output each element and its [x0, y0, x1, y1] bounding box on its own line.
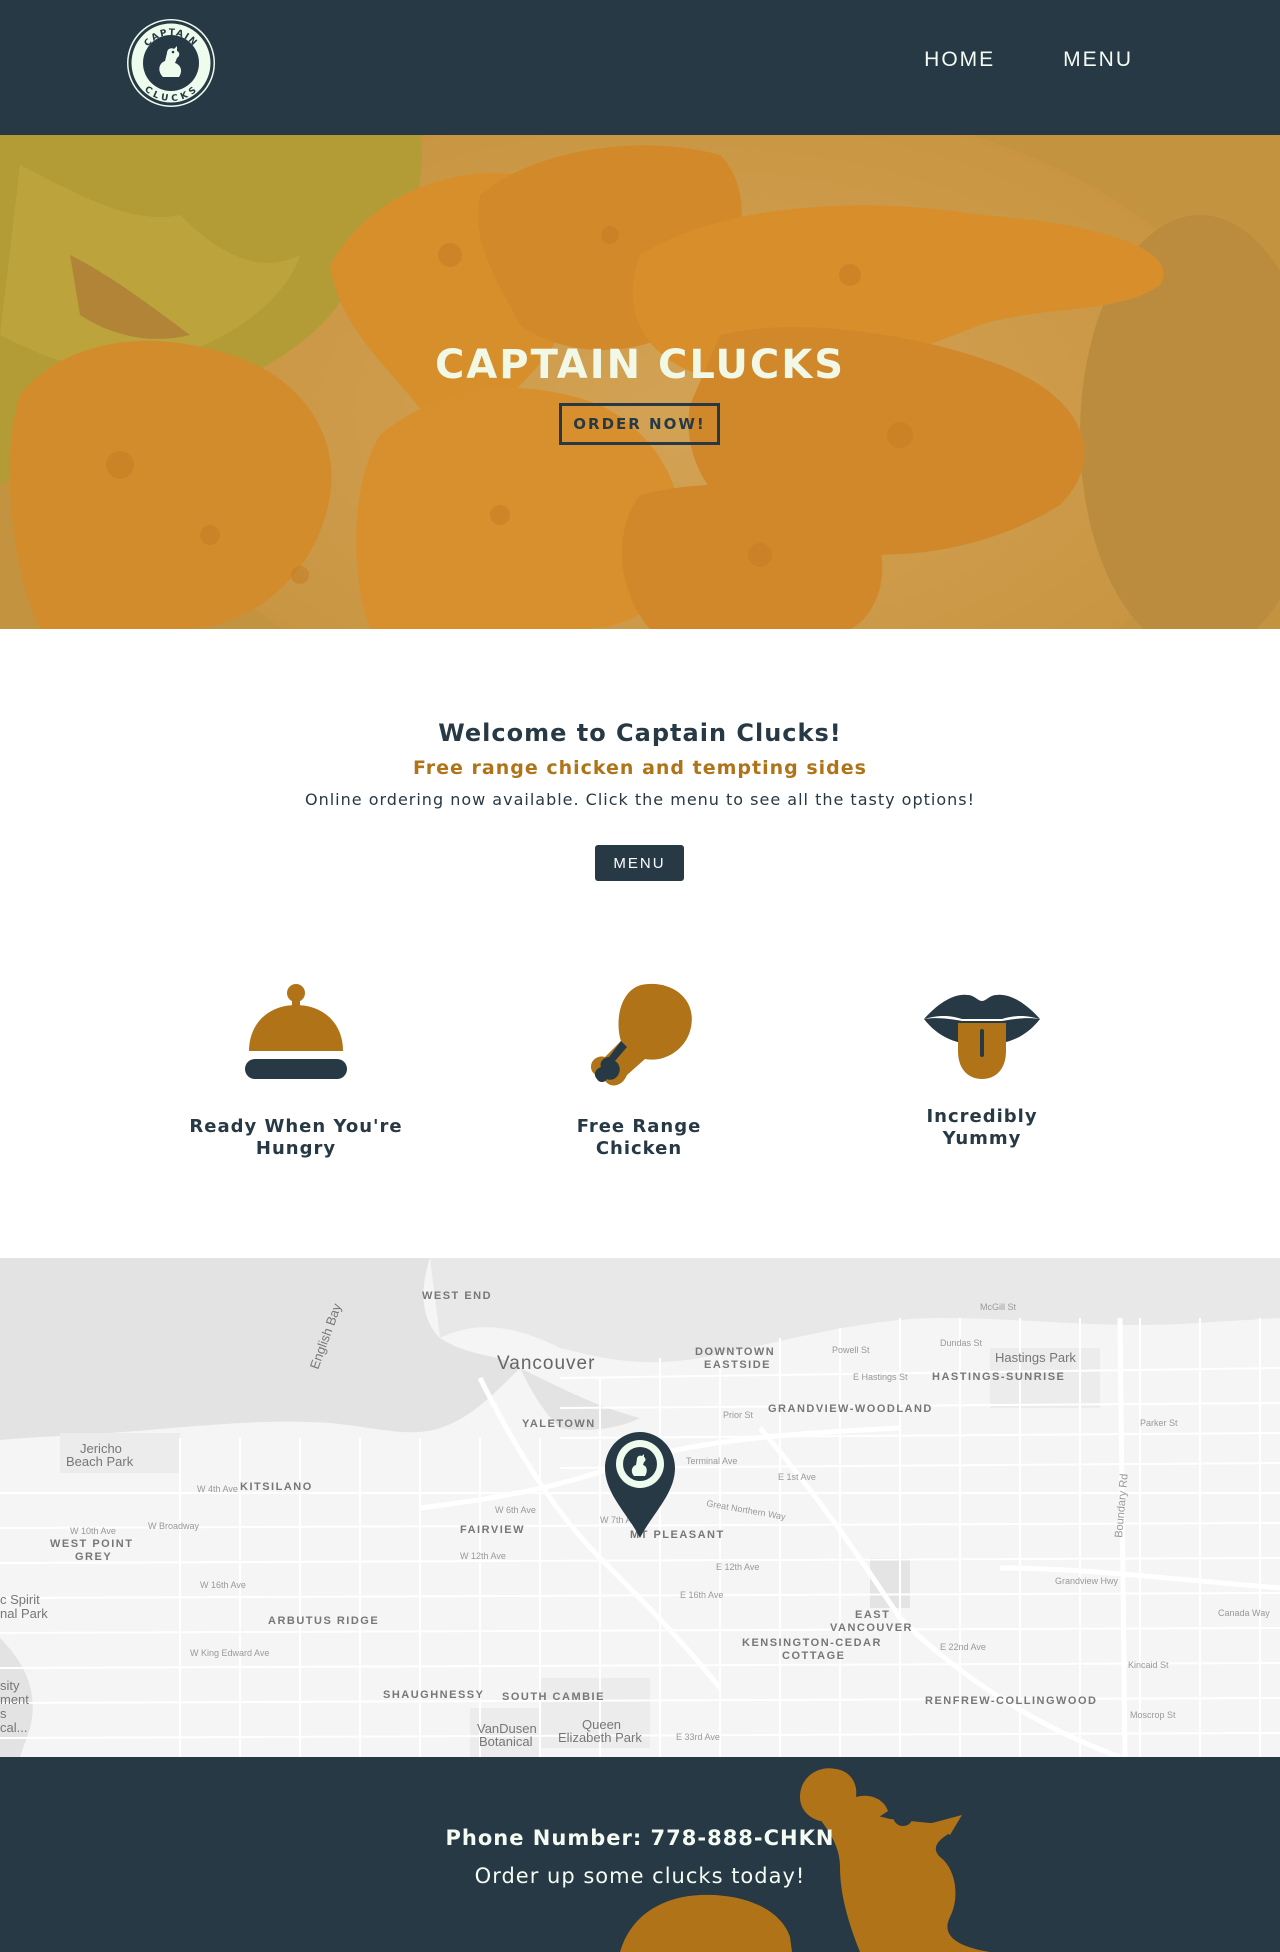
menu-button[interactable]: MENU [595, 845, 684, 881]
svg-text:Powell St: Powell St [832, 1345, 870, 1355]
svg-text:Beach Park: Beach Park [66, 1454, 134, 1469]
svg-text:MT PLEASANT: MT PLEASANT [630, 1529, 725, 1541]
svg-text:SOUTH CAMBIE: SOUTH CAMBIE [502, 1691, 605, 1703]
svg-text:GREY: GREY [75, 1551, 112, 1563]
rooster-logo-icon: CAPTAIN CLUCKS [128, 20, 214, 106]
svg-text:W 6th Ave: W 6th Ave [495, 1505, 536, 1515]
svg-text:KENSINGTON-CEDAR: KENSINGTON-CEDAR [742, 1637, 882, 1649]
svg-text:Vancouver: Vancouver [497, 1353, 595, 1374]
svg-text:YALETOWN: YALETOWN [522, 1418, 596, 1430]
hero-title: CAPTAIN CLUCKS [434, 342, 846, 388]
drumstick-icon [591, 983, 692, 1086]
svg-text:Dundas St: Dundas St [940, 1338, 983, 1348]
footer-tagline: Order up some clucks today! [474, 1864, 806, 1888]
svg-text:VANCOUVER: VANCOUVER [830, 1622, 913, 1634]
rooster-illustration [620, 1768, 990, 1952]
svg-text:Parker St: Parker St [1140, 1418, 1178, 1428]
nav-home[interactable]: HOME [924, 48, 995, 72]
svg-text:nal Park: nal Park [0, 1606, 48, 1621]
svg-text:GRANDVIEW-WOODLAND: GRANDVIEW-WOODLAND [768, 1403, 933, 1415]
svg-text:ment: ment [0, 1692, 29, 1707]
svg-text:cal...: cal... [0, 1720, 27, 1735]
welcome-text: Online ordering now available. Click the… [305, 790, 975, 809]
svg-text:Terminal Ave: Terminal Ave [686, 1456, 737, 1466]
welcome-title: Welcome to Captain Clucks! [438, 719, 842, 747]
captain-clucks-logo[interactable]: CAPTAIN CLUCKS [127, 19, 215, 107]
svg-text:KITSILANO: KITSILANO [240, 1481, 313, 1493]
svg-text:Elizabeth Park: Elizabeth Park [558, 1730, 642, 1745]
main-nav: HOME MENU [924, 48, 1133, 72]
svg-text:McGill St: McGill St [980, 1302, 1016, 1312]
svg-text:Hastings Park: Hastings Park [995, 1350, 1076, 1365]
svg-text:Canada Way: Canada Way [1218, 1608, 1270, 1618]
svg-text:E 22nd Ave: E 22nd Ave [940, 1642, 986, 1652]
svg-text:ARBUTUS RIDGE: ARBUTUS RIDGE [268, 1615, 379, 1627]
svg-text:s: s [0, 1706, 7, 1721]
svg-text:HASTINGS-SUNRISE: HASTINGS-SUNRISE [932, 1371, 1065, 1383]
svg-text:c Spirit: c Spirit [0, 1592, 40, 1607]
svg-text:W 12th Ave: W 12th Ave [460, 1551, 506, 1561]
svg-text:Grandview Hwy: Grandview Hwy [1055, 1576, 1119, 1586]
nav-menu[interactable]: MENU [1063, 48, 1133, 72]
svg-text:W 10th Ave: W 10th Ave [70, 1526, 116, 1536]
svg-text:Kincaid St: Kincaid St [1128, 1660, 1169, 1670]
svg-text:Prior St: Prior St [723, 1410, 754, 1420]
svg-text:EASTSIDE: EASTSIDE [704, 1359, 771, 1371]
svg-text:COTTAGE: COTTAGE [782, 1650, 845, 1662]
welcome-subtitle: Free range chicken and tempting sides [413, 757, 867, 779]
svg-text:W 4th Ave: W 4th Ave [197, 1484, 238, 1494]
svg-text:W Broadway: W Broadway [148, 1521, 200, 1531]
map-canvas: WEST END DOWNTOWN EASTSIDE HASTINGS-SUNR… [0, 1258, 1280, 1757]
svg-text:Moscrop St: Moscrop St [1130, 1710, 1176, 1720]
svg-text:W 16th Ave: W 16th Ave [200, 1580, 246, 1590]
svg-text:E 33rd Ave: E 33rd Ave [676, 1732, 720, 1742]
hero-banner: CAPTAIN CLUCKS ORDER NOW! [0, 135, 1280, 629]
feature-ready: Ready When You're Hungry [166, 979, 426, 1160]
site-footer: Phone Number: 778-888-CHKN Order up some… [0, 1757, 1280, 1952]
svg-text:E Hastings St: E Hastings St [853, 1372, 908, 1382]
svg-text:FAIRVIEW: FAIRVIEW [460, 1524, 525, 1536]
location-map[interactable]: WEST END DOWNTOWN EASTSIDE HASTINGS-SUNR… [0, 1258, 1280, 1757]
svg-text:SHAUGHNESSY: SHAUGHNESSY [383, 1689, 484, 1701]
svg-text:WEST END: WEST END [422, 1290, 492, 1302]
svg-text:EAST: EAST [855, 1609, 890, 1621]
svg-text:E 16th Ave: E 16th Ave [680, 1590, 723, 1600]
svg-text:WEST POINT: WEST POINT [50, 1538, 133, 1550]
feature-label: Incredibly Yummy [926, 1106, 1038, 1149]
order-now-button[interactable]: ORDER NOW! [559, 403, 720, 445]
svg-text:E 12th Ave: E 12th Ave [716, 1562, 759, 1572]
phone-number: Phone Number: 778-888-CHKN [445, 1826, 835, 1850]
svg-text:sity: sity [0, 1678, 20, 1693]
svg-text:DOWNTOWN: DOWNTOWN [695, 1346, 775, 1358]
svg-text:Botanical: Botanical [479, 1734, 533, 1749]
svg-text:RENFREW-COLLINGWOOD: RENFREW-COLLINGWOOD [925, 1695, 1097, 1707]
feature-label: Free Range Chicken [576, 1116, 702, 1159]
tongue-icon [924, 994, 1040, 1079]
feature-yummy: Incredibly Yummy [852, 979, 1112, 1150]
welcome-section: Welcome to Captain Clucks! Free range ch… [0, 629, 1280, 1258]
service-bell-icon [245, 984, 347, 1079]
site-header: CAPTAIN CLUCKS HOME MENU [0, 0, 1280, 135]
feature-label: Ready When You're Hungry [189, 1116, 403, 1159]
svg-text:E 1st Ave: E 1st Ave [778, 1472, 816, 1482]
feature-free-range: Free Range Chicken [509, 979, 769, 1160]
svg-text:W King Edward Ave: W King Edward Ave [190, 1648, 269, 1658]
